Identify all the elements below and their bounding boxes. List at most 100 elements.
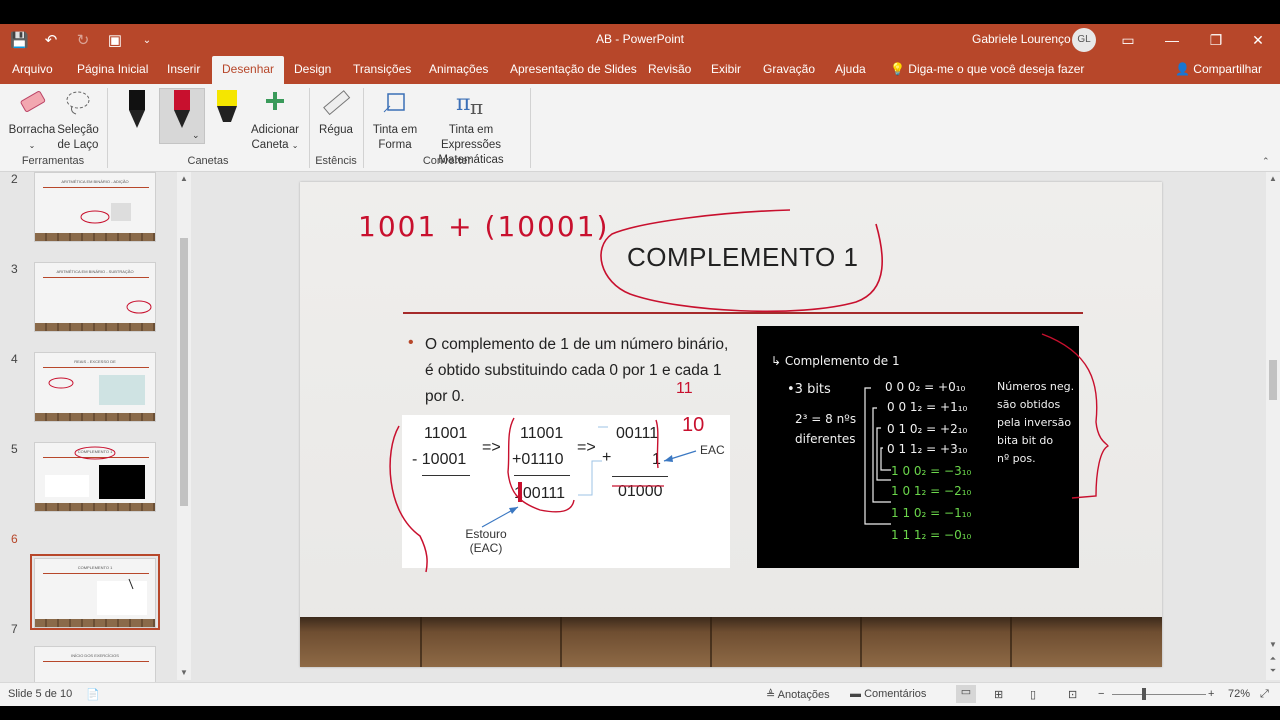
ribbon-display-options-icon[interactable]: ▭ — [1108, 24, 1148, 56]
person-icon: 👤 — [1175, 62, 1194, 76]
ink-11[interactable]: 11 — [676, 380, 693, 398]
ink-to-math-label-1: Tinta em Expressões — [440, 124, 502, 151]
close-icon[interactable]: ✕ — [1238, 24, 1278, 56]
thumb-title: INÍCIO DOS EXERCÍCIOS — [71, 653, 119, 658]
scroll-thumb[interactable] — [1269, 360, 1277, 400]
svg-text:π: π — [470, 95, 483, 118]
group-converter: Converter — [422, 155, 472, 167]
next-slide-icon[interactable]: ⏷ — [1266, 666, 1280, 676]
slide-sorter-icon[interactable]: ⊞ — [994, 688, 1003, 701]
share-label: Compartilhar — [1193, 62, 1262, 76]
tab-ajuda[interactable]: Ajuda — [835, 62, 866, 76]
active-thumbnail-frame — [30, 554, 160, 630]
slide-scrollbar[interactable]: ▲ ▼ ⏶ ⏷ — [1266, 172, 1280, 680]
thumbnail-slide-3[interactable]: ARITMÉTICA EM BINÁRIO - SUBTRAÇÃO — [34, 262, 156, 332]
tab-exibir[interactable]: Exibir — [711, 62, 741, 76]
thumb-number: 5 — [11, 442, 18, 456]
prev-slide-icon[interactable]: ⏶ — [1266, 654, 1280, 664]
save-icon[interactable]: 💾 — [10, 31, 29, 49]
pen-black-icon — [129, 90, 145, 128]
ink-to-shape-label-1: Tinta em — [372, 124, 418, 136]
tab-desenhar[interactable]: Desenhar — [212, 56, 285, 84]
pen-black[interactable] — [122, 90, 152, 134]
group-ferramentas: Ferramentas — [21, 155, 85, 167]
zoom-level[interactable]: 72% — [1228, 688, 1250, 700]
add-pen-label-2: Caneta — [251, 139, 289, 151]
avatar[interactable]: GL — [1072, 28, 1096, 52]
tab-animacoes[interactable]: Animações — [429, 62, 488, 76]
status-bar: Slide 5 de 10 📄 ≜ Anotações ▬ Comentário… — [0, 682, 1280, 706]
wooden-floor — [300, 617, 1162, 667]
lasso-select-button[interactable]: Seleção de Laço — [56, 88, 100, 153]
reading-view-icon[interactable]: ▯ — [1030, 688, 1036, 701]
group-canetas: Canetas — [187, 155, 229, 167]
thumb-number: 7 — [11, 622, 18, 636]
ink-to-shape-icon — [383, 93, 405, 113]
tell-me-search[interactable]: 💡 Diga-me o que você deseja fazer — [890, 62, 1084, 76]
minimize-icon[interactable]: — — [1152, 24, 1192, 56]
scroll-down-icon[interactable]: ▼ — [177, 668, 191, 677]
collapse-ribbon-icon[interactable]: ⌃ — [1262, 156, 1270, 167]
thumbnail-slide-2[interactable]: ARITMÉTICA EM BINÁRIO - ADIÇÃO — [34, 172, 156, 242]
start-slideshow-icon[interactable]: ▣ — [106, 31, 124, 49]
title-underline — [403, 312, 1083, 314]
thumb-number: 3 — [11, 262, 18, 276]
pen-red[interactable] — [167, 90, 197, 134]
pen-options-chevron-icon[interactable]: ⌄ — [192, 130, 200, 141]
redo-icon[interactable]: ↻ — [74, 31, 92, 49]
ink-10[interactable]: 10 — [682, 414, 704, 437]
scroll-down-icon[interactable]: ▼ — [1266, 640, 1280, 649]
tab-pagina-inicial[interactable]: Página Inicial — [77, 62, 148, 76]
eraser-label: Borracha — [8, 124, 56, 136]
calculation-image[interactable]: 11001 - 10001 => 11001 +01110 100111 => … — [402, 415, 730, 568]
undo-icon[interactable]: ↶ — [42, 31, 60, 49]
zoom-in-icon[interactable]: + — [1208, 688, 1214, 700]
tab-design[interactable]: Design — [294, 62, 331, 76]
highlighter-yellow[interactable] — [212, 90, 242, 134]
fit-to-window-icon[interactable]: ⤢ — [1260, 688, 1269, 701]
customize-qat-icon[interactable]: ⌄ — [138, 35, 156, 46]
bullet-text[interactable]: O complemento de 1 de um número binário,… — [425, 332, 730, 410]
quick-access-toolbar: 💾 ↶ ↻ ▣ ⌄ — [10, 24, 156, 56]
slide-canvas[interactable]: COMPLEMENTO 1 • O complemento de 1 de um… — [300, 182, 1162, 667]
tab-gravacao[interactable]: Gravação — [763, 62, 815, 76]
scroll-thumb[interactable] — [180, 238, 188, 506]
ink-to-shape-button[interactable]: Tinta em Forma — [368, 88, 422, 153]
add-pen-button[interactable]: Adicionar Caneta ⌄ — [246, 88, 304, 153]
slide-title[interactable]: COMPLEMENTO 1 — [627, 242, 858, 273]
normal-view-icon[interactable]: ▭ — [956, 685, 976, 703]
ruler-icon — [323, 90, 351, 116]
blackboard-image[interactable]: ↳ Complemento de 1 •3 bits 2³ = 8 nºs di… — [757, 326, 1079, 568]
scroll-up-icon[interactable]: ▲ — [177, 174, 191, 183]
spellcheck-icon[interactable]: 📄 — [86, 688, 100, 701]
zoom-slider-handle[interactable] — [1142, 688, 1146, 700]
tab-apresentacao[interactable]: Apresentação de Slides — [510, 62, 637, 76]
comments-button[interactable]: ▬ Comentários — [850, 688, 926, 700]
tab-arquivo[interactable]: Arquivo — [12, 62, 53, 76]
eraser-button[interactable]: Borracha ⌄ — [6, 88, 58, 153]
plus-icon — [266, 92, 284, 110]
powerpoint-window: 💾 ↶ ↻ ▣ ⌄ AB - PowerPoint Gabriele Loure… — [0, 24, 1280, 706]
tell-me-text: Diga-me o que você deseja fazer — [908, 62, 1085, 76]
tab-transicoes[interactable]: Transições — [353, 62, 411, 76]
tab-revisao[interactable]: Revisão — [648, 62, 691, 76]
zoom-slider[interactable] — [1112, 694, 1206, 695]
tab-inserir[interactable]: Inserir — [167, 62, 200, 76]
thumbnail-slide-4[interactable]: REAIS - EXCESSO DE — [34, 352, 156, 422]
zoom-out-icon[interactable]: − — [1098, 688, 1104, 700]
user-name[interactable]: Gabriele Lourenço — [972, 32, 1071, 46]
share-button[interactable]: 👤 Compartilhar — [1175, 62, 1262, 76]
calc-arrows — [481, 426, 697, 528]
maximize-icon[interactable]: ❐ — [1196, 24, 1236, 56]
ink-top-expression[interactable]: 1001 + (10001) — [358, 210, 609, 243]
thumb-number-active: 6 — [11, 532, 18, 546]
group-estencis: Estêncis — [315, 155, 357, 167]
thumbnails-scrollbar[interactable]: ▲ ▼ — [177, 172, 191, 680]
slideshow-view-icon[interactable]: ⊡ — [1068, 688, 1077, 701]
notes-button[interactable]: ≜ Anotações — [766, 688, 830, 701]
thumbnail-slide-5[interactable]: COMPLEMENTO 1 — [34, 442, 156, 512]
slide-editing-area: COMPLEMENTO 1 • O complemento de 1 de um… — [194, 172, 1266, 680]
ruler-label: Régua — [319, 124, 353, 136]
scroll-up-icon[interactable]: ▲ — [1266, 174, 1280, 183]
ruler-button[interactable]: Régua — [314, 88, 358, 138]
